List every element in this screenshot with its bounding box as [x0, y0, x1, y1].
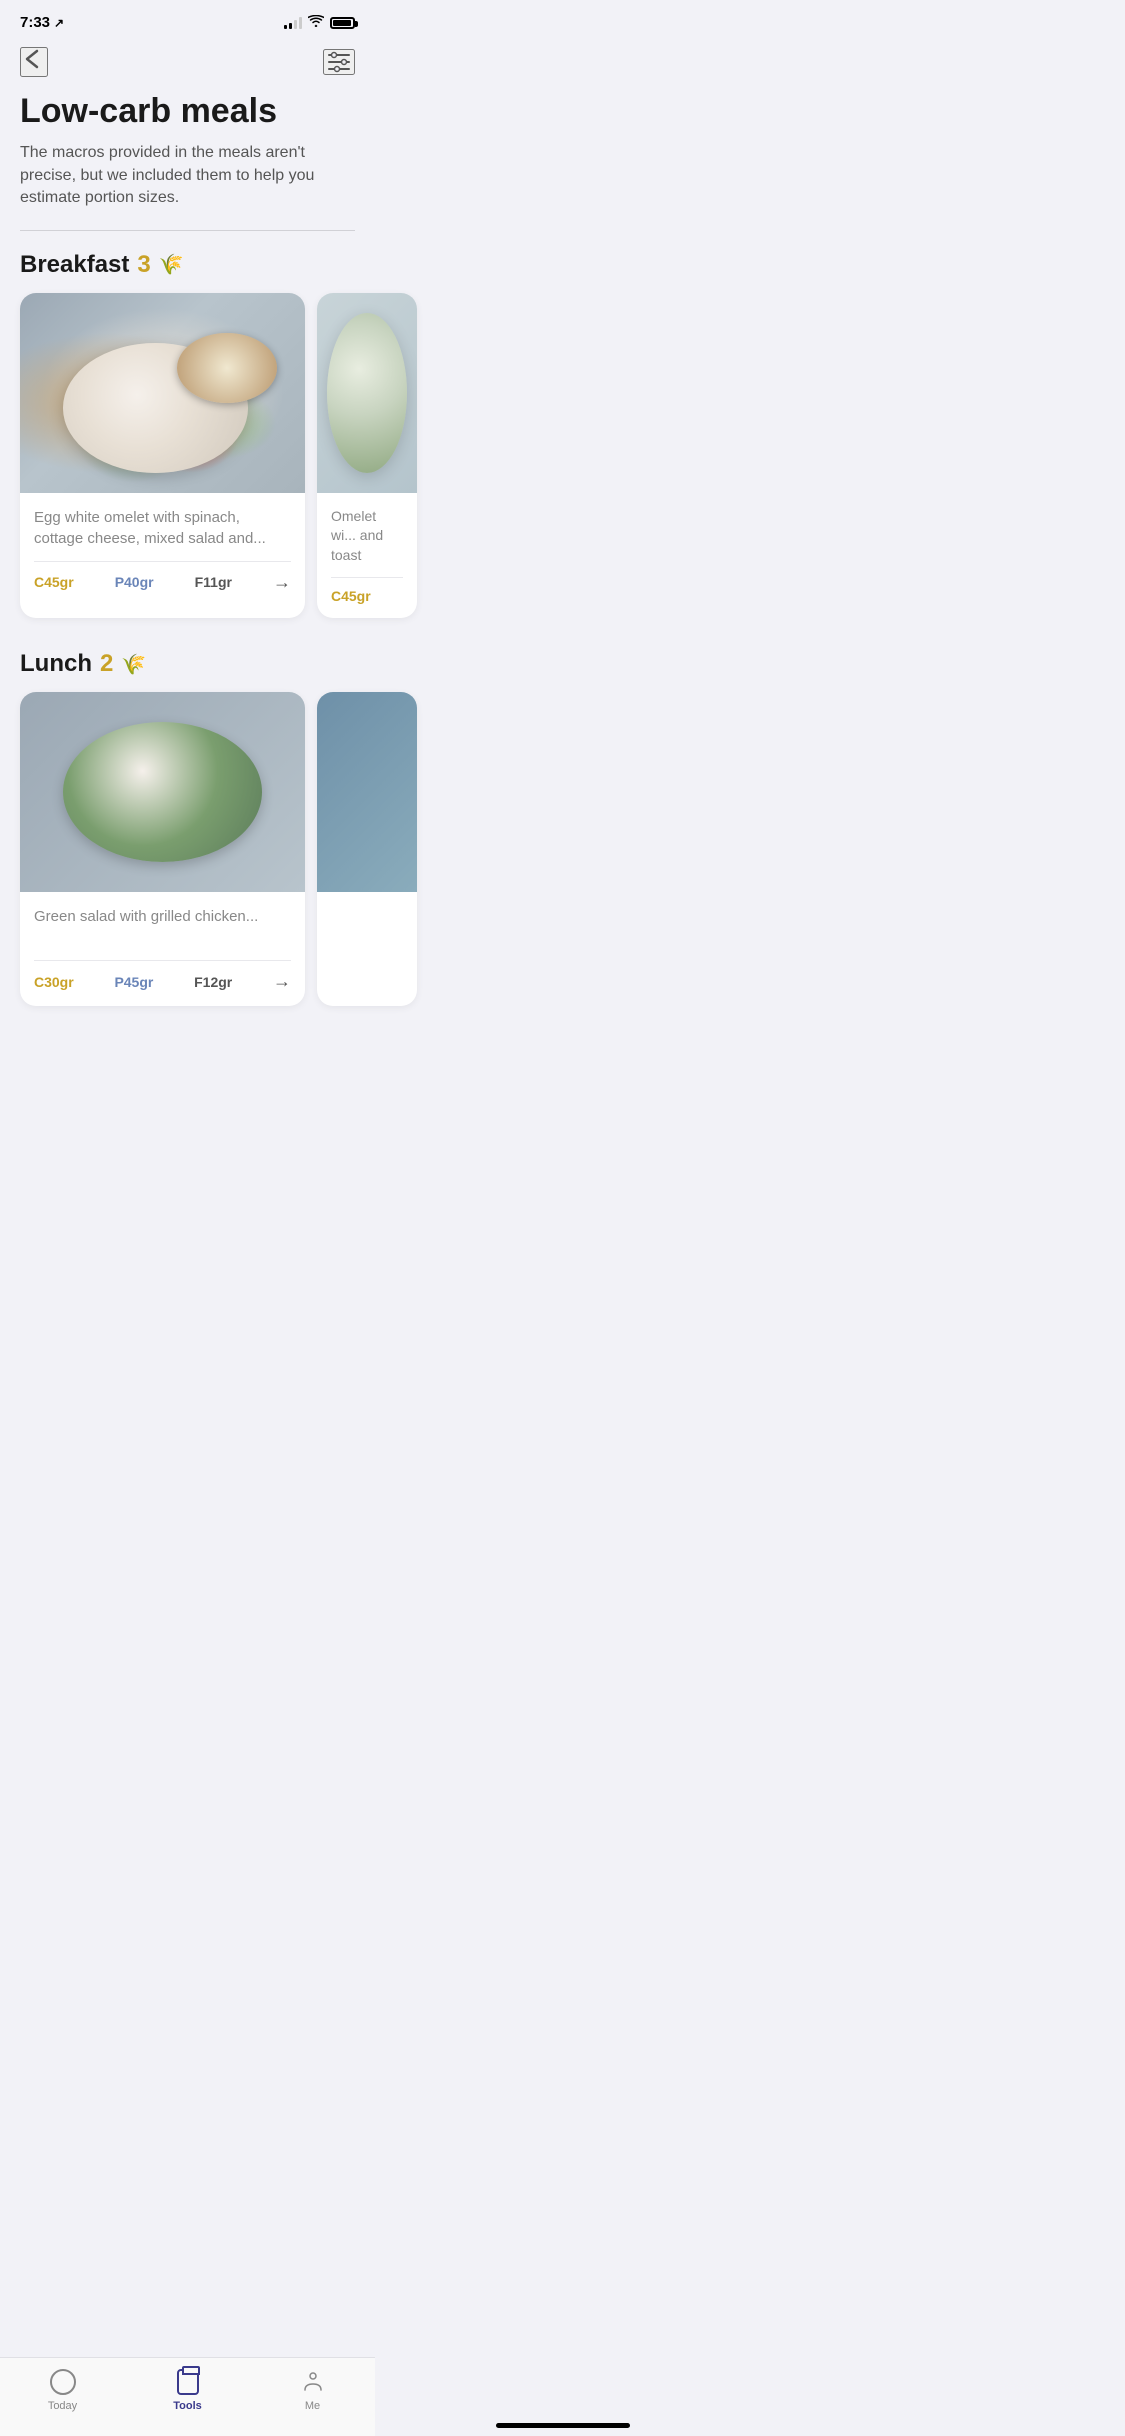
lunch-card-arrow[interactable]: → [273, 971, 291, 992]
breakfast-section: Breakfast 3 🌾 Egg white omelet with spin… [20, 251, 355, 623]
macro-carbs-2: C45gr [331, 588, 371, 604]
lunch-card-body-1: Green salad with grilled chicken... C30g… [20, 892, 305, 1006]
tab-tools-label: Tools [173, 2400, 202, 2412]
wifi-icon [308, 15, 324, 30]
macro-protein-1: P40gr [115, 574, 154, 590]
tab-me[interactable]: Me [278, 2368, 348, 2412]
signal-bars [284, 17, 302, 29]
lunch-cards-row: Green salad with grilled chicken... C30g… [0, 692, 375, 1010]
signal-bar-4 [299, 17, 302, 29]
lunch-image-1 [20, 692, 305, 892]
grain-icon-breakfast: 🌾 [159, 252, 184, 277]
lunch-count: 2 [100, 650, 113, 678]
tab-today-label: Today [48, 2400, 77, 2412]
section-divider [20, 230, 355, 231]
lunch-image-2 [317, 692, 417, 892]
tab-today[interactable]: Today [28, 2368, 98, 2412]
lunch-section: Lunch 2 🌾 Green salad with grilled chick… [0, 650, 375, 1010]
meal-image-1 [20, 293, 305, 493]
meal-description-1: Egg white omelet with spinach, cottage c… [34, 507, 291, 549]
filter-button[interactable] [323, 49, 355, 75]
breakfast-title: Breakfast [20, 251, 129, 279]
meal-image-2 [317, 293, 417, 493]
tab-bar: Today Tools Me [0, 2357, 375, 2436]
macro-carbs-1: C45gr [34, 574, 74, 590]
card-body-1: Egg white omelet with spinach, cottage c… [20, 493, 305, 607]
breakfast-header: Breakfast 3 🌾 [20, 251, 355, 279]
breakfast-card-1[interactable]: Egg white omelet with spinach, cottage c… [20, 293, 305, 619]
macros-row-2: C45gr [331, 588, 403, 604]
page-content: Low-carb meals The macros provided in th… [0, 85, 375, 622]
lunch-card-1[interactable]: Green salad with grilled chicken... C30g… [20, 692, 305, 1006]
status-icons [284, 15, 355, 30]
lunch-macros-1: C30gr P45gr F12gr → [34, 971, 291, 992]
time-display: 7:33 [20, 14, 50, 31]
macros-row-1: C45gr P40gr F11gr → [34, 572, 291, 593]
meal-description-2: Omelet wi... and toast [331, 507, 403, 566]
signal-bar-1 [284, 25, 287, 29]
lunch-header: Lunch 2 🌾 [20, 650, 355, 678]
card-body-2: Omelet wi... and toast C45gr [317, 493, 417, 619]
today-icon [49, 2368, 77, 2396]
nav-bar [0, 39, 375, 85]
page-subtitle: The macros provided in the meals aren't … [20, 142, 355, 209]
card-arrow-1[interactable]: → [273, 572, 291, 593]
tab-tools[interactable]: Tools [153, 2368, 223, 2412]
home-indicator [496, 2423, 630, 2428]
lunch-macro-c: C30gr [34, 974, 74, 990]
lunch-card-2-partial[interactable] [317, 692, 417, 1006]
lunch-description-1: Green salad with grilled chicken... [34, 906, 291, 948]
breakfast-cards-row: Egg white omelet with spinach, cottage c… [0, 293, 375, 623]
food-photo-2 [317, 293, 417, 493]
status-time: 7:33 ↗ [20, 14, 64, 31]
tablet-icon [177, 2369, 199, 2395]
lunch-macro-f: F12gr [194, 974, 232, 990]
signal-bar-3 [294, 20, 297, 29]
lunch-title: Lunch [20, 650, 92, 678]
card-divider-1 [34, 561, 291, 562]
lunch-photo-1 [20, 692, 305, 892]
back-button[interactable] [20, 47, 48, 77]
tab-me-label: Me [305, 2400, 320, 2412]
breakfast-card-2-partial[interactable]: Omelet wi... and toast C45gr [317, 293, 417, 619]
food-photo-1 [20, 293, 305, 493]
me-icon [299, 2368, 327, 2396]
location-icon: ↗ [54, 16, 64, 30]
signal-bar-2 [289, 23, 292, 29]
page-title: Low-carb meals [20, 93, 355, 130]
status-bar: 7:33 ↗ [0, 0, 375, 39]
lunch-photo-2 [317, 692, 417, 892]
lunch-divider-1 [34, 960, 291, 961]
tools-icon [174, 2368, 202, 2396]
circle-icon [50, 2369, 76, 2395]
card-divider-2 [331, 577, 403, 578]
battery-icon [330, 17, 355, 29]
grain-icon-lunch: 🌾 [121, 652, 146, 677]
scroll-padding-lunch [429, 692, 449, 1006]
scroll-padding [429, 293, 449, 619]
lunch-macro-p: P45gr [114, 974, 153, 990]
macro-fat-1: F11gr [195, 574, 232, 590]
breakfast-count: 3 [137, 251, 150, 279]
